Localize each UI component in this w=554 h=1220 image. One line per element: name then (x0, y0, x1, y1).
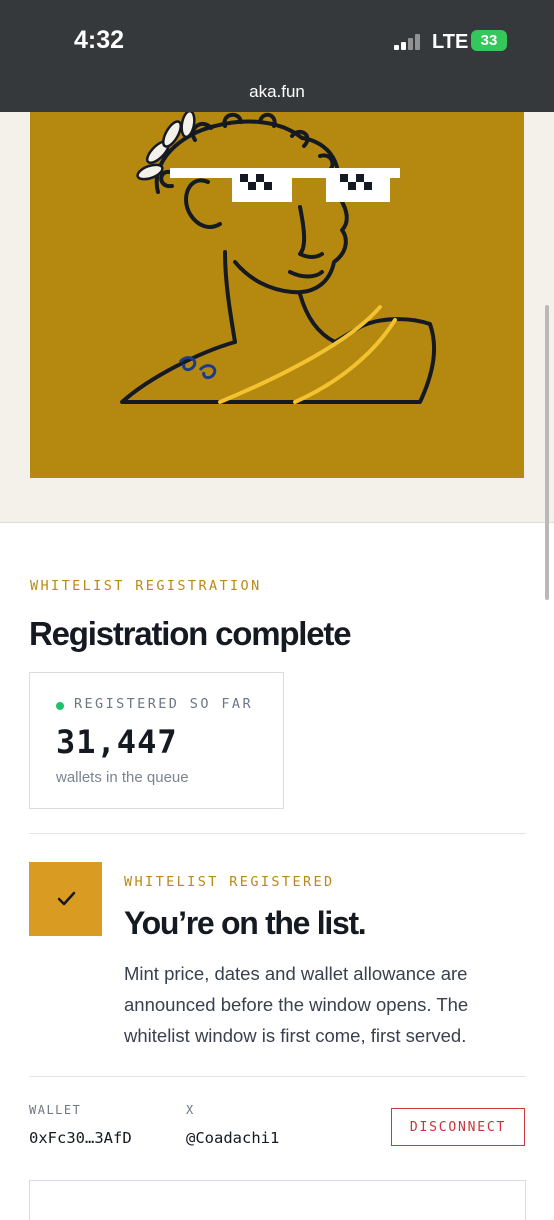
x-account-label: X (186, 1103, 195, 1117)
status-time: 4:32 (74, 26, 125, 54)
disconnect-button[interactable]: DISCONNECT (391, 1108, 525, 1146)
next-card (29, 1180, 526, 1220)
status-bar: 4:32 LTE 33 aka.fun (0, 0, 554, 112)
divider (29, 833, 526, 834)
live-status-dot-icon (56, 702, 64, 710)
checkmark-icon (57, 891, 76, 906)
stat-value: 31,447 (56, 723, 178, 761)
stat-caption: wallets in the queue (56, 769, 189, 786)
network-type: LTE (432, 31, 469, 53)
registered-count-card: REGISTERED SO FAR 31,447 wallets in the … (29, 672, 284, 809)
cellular-signal-icon (394, 34, 424, 50)
wallet-label: WALLET (29, 1103, 82, 1117)
stat-label: REGISTERED SO FAR (74, 696, 253, 712)
address-bar-url[interactable]: aka.fun (0, 82, 554, 102)
divider (29, 1076, 526, 1077)
confirmation-title: You’re on the list. (124, 905, 367, 941)
confirmation-eyebrow: WHITELIST REGISTERED (124, 874, 335, 890)
page-scrollbar[interactable] (545, 305, 549, 600)
battery-icon: 33 (471, 30, 507, 51)
page-title: Registration complete (29, 615, 352, 652)
statue-bust-illustration (120, 112, 437, 404)
hero-artwork (30, 112, 524, 478)
registered-check-badge (29, 862, 102, 936)
confirmation-body: Mint price, dates and wallet allowance a… (124, 963, 469, 1046)
battery-level: 33 (480, 32, 498, 49)
section-eyebrow: WHITELIST REGISTRATION (30, 578, 262, 594)
x-account-handle: @Coadachi1 (186, 1129, 280, 1147)
wallet-address: 0xFc30…3AfD (29, 1129, 132, 1147)
